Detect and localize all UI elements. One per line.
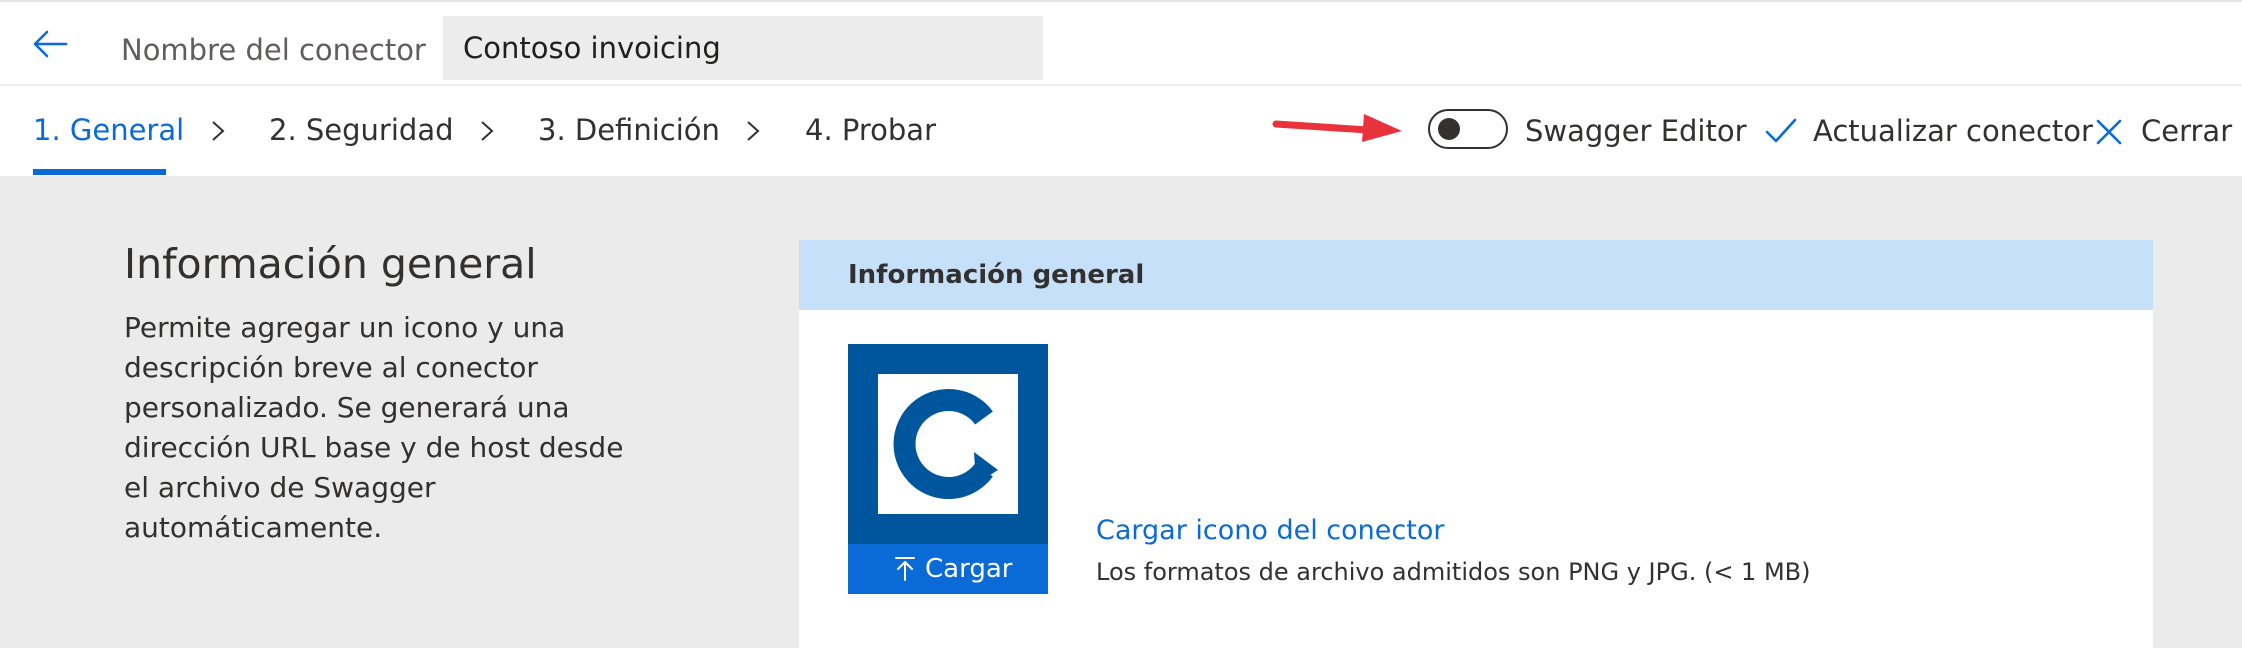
connector-name-label: Nombre del conector [121, 33, 426, 67]
back-button[interactable] [28, 22, 72, 66]
connector-name-input[interactable] [443, 16, 1043, 80]
toggle-knob [1438, 118, 1460, 140]
update-connector-label: Actualizar conector [1813, 114, 2093, 148]
arrow-left-icon [33, 30, 68, 58]
red-arrow-right-icon [1272, 114, 1402, 142]
upload-icon-button[interactable]: Cargar [848, 544, 1048, 594]
tab-security[interactable]: 2. Seguridad [269, 110, 454, 150]
contoso-c-logo [893, 389, 998, 499]
update-connector-button[interactable]: Actualizar conector [1764, 104, 2093, 156]
swagger-editor-toggle[interactable] [1428, 109, 1508, 149]
close-button[interactable]: Cerrar [2095, 104, 2232, 156]
upload-icon-link[interactable]: Cargar icono del conector [1096, 512, 1444, 550]
chevron-right-icon [747, 121, 760, 141]
main-content: Información general Permite agregar un i… [0, 176, 2242, 660]
wizard-tabs-bar: 1. General 2. Seguridad 3. Definición 4.… [0, 86, 2242, 176]
active-tab-indicator [33, 169, 166, 175]
general-info-card: Información general Cargar Cargar icono … [799, 240, 2153, 660]
section-description: Permite agregar un icono y una descripci… [124, 311, 624, 544]
chevron-right-icon [212, 121, 225, 141]
chevron-right-icon [481, 121, 494, 141]
close-label: Cerrar [2141, 114, 2233, 148]
section-title: Información general [124, 240, 537, 288]
connector-icon-preview [848, 344, 1048, 544]
upload-arrow-icon [895, 557, 915, 581]
supported-formats-text: Los formatos de archivo admitidos son PN… [1096, 558, 1811, 586]
tab-test[interactable]: 4. Probar [805, 110, 936, 150]
connector-icon-inner [878, 374, 1018, 514]
tab-definition[interactable]: 3. Definición [538, 110, 720, 150]
tab-general[interactable]: 1. General [33, 110, 184, 150]
card-header: Información general [799, 240, 2153, 310]
swagger-editor-label: Swagger Editor [1525, 114, 1747, 148]
close-icon [2096, 119, 2122, 145]
checkmark-icon [1765, 118, 1797, 143]
card-header-title: Información general [848, 260, 1145, 290]
top-bar: Nombre del conector [0, 0, 2242, 86]
upload-button-label: Cargar [925, 554, 1013, 584]
